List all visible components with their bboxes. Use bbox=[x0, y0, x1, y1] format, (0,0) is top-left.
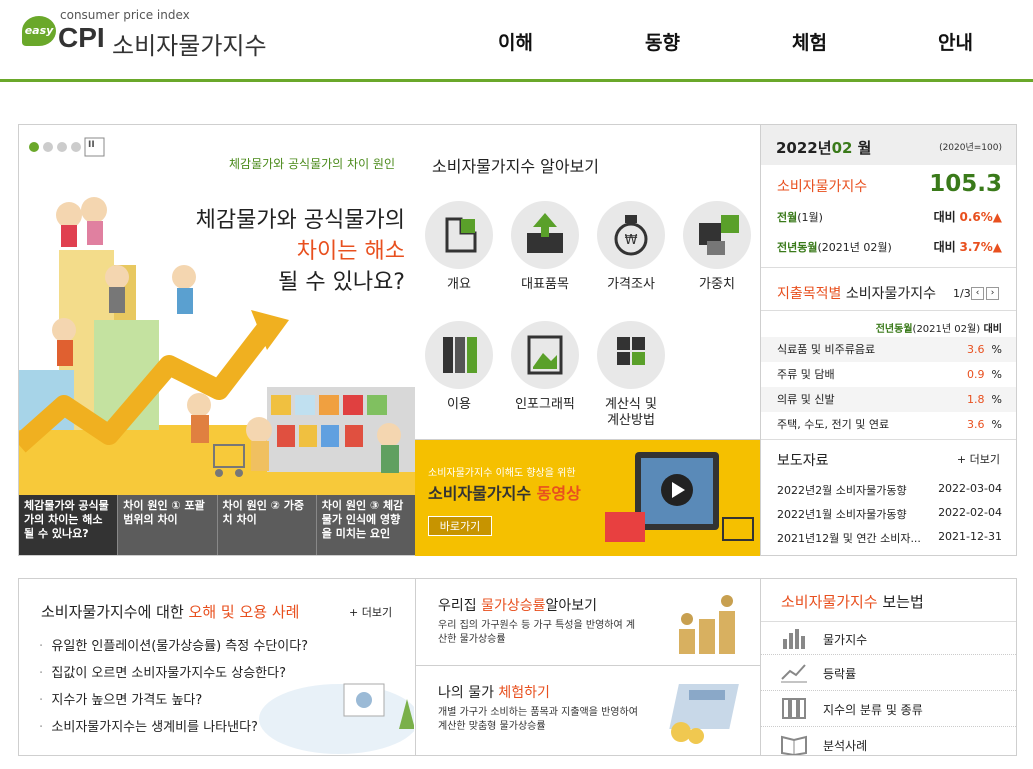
about-cpi-panel: 소비자물가지수 알아보기 개요 대표품목 ₩ 가격조사 가중치 이용 인포그래픽 bbox=[415, 124, 761, 440]
mom-change: 대비 0.6%▲ bbox=[933, 210, 1002, 224]
cpi-value: 105.3 bbox=[929, 171, 1002, 197]
press-more-link[interactable]: + 더보기 bbox=[957, 451, 1000, 467]
table-row: 주류 및 담배 0.9 % bbox=[777, 368, 1002, 381]
misuse-item[interactable]: · 집값이 오르면 소비자물가지수도 상승한다? bbox=[39, 662, 286, 681]
binders-icon bbox=[782, 698, 806, 719]
nav-trend[interactable]: 동향 bbox=[645, 28, 680, 55]
hero-tabs: 체감물가와 공식물가의 차이는 해소될 수 있나요? 차이 원인 ① 포괄범위의… bbox=[19, 495, 415, 555]
hero-title-2: 차이는 해소 bbox=[296, 239, 405, 264]
table-row: 주택, 수도, 전기 및 연료 3.6 % bbox=[777, 418, 1002, 431]
logo-name[interactable]: 소비자물가지수 bbox=[112, 26, 267, 61]
calculator-icon bbox=[597, 321, 665, 389]
hero-tab-1[interactable]: 체감물가와 공식물가의 차이는 해소될 수 있나요? bbox=[19, 495, 119, 555]
video-go-button[interactable]: 바로가기 bbox=[428, 516, 492, 536]
my-home-inflation-card[interactable]: 우리집 물가상승률알아보기 우리 집의 가구원수 등 가구 특성을 반영하여 계… bbox=[416, 579, 761, 666]
bottom-section: 소비자물가지수에 대한 오해 및 오용 사례 + 더보기 · 유일한 인플레이션… bbox=[18, 578, 1017, 756]
stats-base: (2020년=100) bbox=[939, 143, 1002, 153]
about-price-survey[interactable]: ₩ 가격조사 bbox=[591, 201, 671, 293]
video-title: 소비자물가지수 동영상 bbox=[428, 484, 581, 503]
hero-title-1: 체감물가와 공식물가의 bbox=[195, 208, 405, 233]
howto-index[interactable]: 물가지수 bbox=[761, 621, 1016, 655]
misuse-panel: 소비자물가지수에 대한 오해 및 오용 사례 + 더보기 · 유일한 인플레이션… bbox=[19, 579, 416, 755]
site-header: easy consumer price index CPI 소비자물가지수 이해… bbox=[0, 0, 1033, 82]
table-row: 의류 및 신발 1.8 % bbox=[761, 387, 1016, 412]
logo-badge[interactable]: easy bbox=[22, 16, 56, 46]
press-item[interactable]: 2022년2월 소비자물가동향 bbox=[777, 482, 907, 498]
howto-rate[interactable]: 등락률 bbox=[761, 655, 1016, 691]
video-subtitle: 소비자물가지수 이해도 향상을 위한 bbox=[428, 468, 576, 479]
cpi-label: 소비자물가지수 bbox=[777, 179, 868, 195]
about-representative-items[interactable]: 대표품목 bbox=[505, 201, 585, 293]
inflation-tools-panel: 우리집 물가상승률알아보기 우리 집의 가구원수 등 가구 특성을 반영하여 계… bbox=[416, 579, 761, 755]
nav-understand[interactable]: 이해 bbox=[498, 28, 533, 55]
yoy-label: 전년동월(2021년 02월) bbox=[777, 241, 892, 254]
coins-icon bbox=[679, 595, 735, 654]
mom-label: 전월(1월) bbox=[777, 211, 823, 224]
yoy-change: 대비 3.7%▲ bbox=[933, 240, 1002, 254]
next-page-button[interactable]: › bbox=[986, 287, 999, 300]
hero-title-3: 될 수 있나요? bbox=[278, 270, 405, 295]
trend-line-icon bbox=[781, 664, 807, 683]
open-book-icon bbox=[781, 735, 807, 755]
about-usage[interactable]: 이용 bbox=[419, 321, 499, 413]
hero-subtitle: 체감물가와 공식물가의 차이 원인 bbox=[229, 157, 396, 171]
hero-tab-4[interactable]: 차이 원인 ③ 체감물가 인식에 영향을 미치는 요인 bbox=[316, 495, 415, 555]
experience-desc: 개별 가구가 소비하는 품목과 지출액을 반영하여 계산한 맞춤형 물가상승률 bbox=[438, 707, 638, 732]
misuse-more-link[interactable]: + 더보기 bbox=[349, 604, 392, 620]
press-title: 보도자료 bbox=[777, 453, 829, 469]
press-date: 2022-03-04 bbox=[938, 482, 1002, 495]
puzzle-icon bbox=[683, 201, 751, 269]
prev-page-button[interactable]: ‹ bbox=[971, 287, 984, 300]
stats-period: 2022년02 월 bbox=[776, 139, 872, 157]
howto-title: 소비자물가지수 보는법 bbox=[781, 593, 924, 611]
pause-icon[interactable]: II bbox=[88, 140, 95, 150]
misuse-item[interactable]: · 소비자물가지수는 생계비를 나타낸다? bbox=[39, 716, 258, 735]
hero-illustration bbox=[19, 125, 415, 495]
my-home-desc: 우리 집의 가구원수 등 가구 특성을 반영하여 계산한 물가상승률 bbox=[438, 620, 636, 645]
expend-title: 지출목적별 소비자물가지수 bbox=[777, 286, 937, 302]
svg-text:₩: ₩ bbox=[625, 233, 638, 248]
my-home-title: 우리집 물가상승률알아보기 bbox=[438, 598, 598, 614]
binders-icon bbox=[425, 321, 493, 389]
tablet-illustration bbox=[605, 452, 754, 542]
logo-subtitle: consumer price index bbox=[60, 8, 190, 22]
press-date: 2022-02-04 bbox=[938, 506, 1002, 519]
bar-chart-icon bbox=[783, 629, 805, 649]
misuse-item[interactable]: · 지수가 높으면 가격도 높다? bbox=[39, 689, 202, 708]
box-arrow-icon bbox=[511, 201, 579, 269]
misuse-item[interactable]: · 유일한 인플레이션(물가상승률) 측정 수단이다? bbox=[39, 635, 308, 654]
hero-tab-2[interactable]: 차이 원인 ① 포괄범위의 차이 bbox=[118, 495, 218, 555]
misuse-title: 소비자물가지수에 대한 오해 및 오용 사례 bbox=[41, 603, 300, 621]
press-date: 2021-12-31 bbox=[938, 530, 1002, 543]
howto-classification[interactable]: 지수의 분류 및 종류 bbox=[761, 691, 1016, 727]
about-infographic[interactable]: 인포그래픽 bbox=[505, 321, 585, 413]
hero-banner[interactable]: II 체감물가와 공식물가의 차이 원인 체감물가와 공식물가의 차이는 해소 … bbox=[18, 124, 416, 556]
press-item[interactable]: 2021년12월 및 연간 소비자... bbox=[777, 530, 921, 546]
page-indicator: 1/3 bbox=[953, 287, 971, 300]
video-banner[interactable]: 소비자물가지수 이해도 향상을 위한 소비자물가지수 동영상 바로가기 bbox=[415, 440, 761, 556]
logo-cpi[interactable]: CPI bbox=[58, 22, 105, 54]
money-bag-icon: ₩ bbox=[597, 201, 665, 269]
stats-panel: 2022년02 월 (2020년=100) 소비자물가지수 105.3 전월(1… bbox=[760, 124, 1017, 556]
about-weight[interactable]: 가중치 bbox=[677, 201, 757, 293]
press-item[interactable]: 2022년1월 소비자물가동향 bbox=[777, 506, 907, 522]
howto-panel: 소비자물가지수 보는법 물가지수 등락률 지수의 분류 및 종류 분석사례 bbox=[761, 579, 1016, 755]
howto-analysis[interactable]: 분석사례 bbox=[761, 727, 1016, 755]
calculator-icon bbox=[669, 684, 739, 744]
nav-experience[interactable]: 체험 bbox=[792, 28, 827, 55]
about-overview[interactable]: 개요 bbox=[419, 201, 499, 293]
yoy-header: 전년동월(2021년 02월) 대비 bbox=[875, 324, 1002, 335]
about-title: 소비자물가지수 알아보기 bbox=[432, 157, 600, 176]
hero-tab-3[interactable]: 차이 원인 ② 가중치 차이 bbox=[217, 495, 317, 555]
picture-icon bbox=[511, 321, 579, 389]
about-calculation[interactable]: 계산식 및 계산방법 bbox=[591, 321, 671, 429]
table-row: 식료품 및 비주류음료 3.6 % bbox=[761, 337, 1016, 362]
experience-title: 나의 물가 체험하기 bbox=[438, 685, 550, 701]
overview-icon bbox=[425, 201, 493, 269]
my-price-experience-card[interactable]: 나의 물가 체험하기 개별 가구가 소비하는 품목과 지출액을 반영하여 계산한… bbox=[416, 666, 761, 755]
nav-guide[interactable]: 안내 bbox=[938, 28, 973, 55]
